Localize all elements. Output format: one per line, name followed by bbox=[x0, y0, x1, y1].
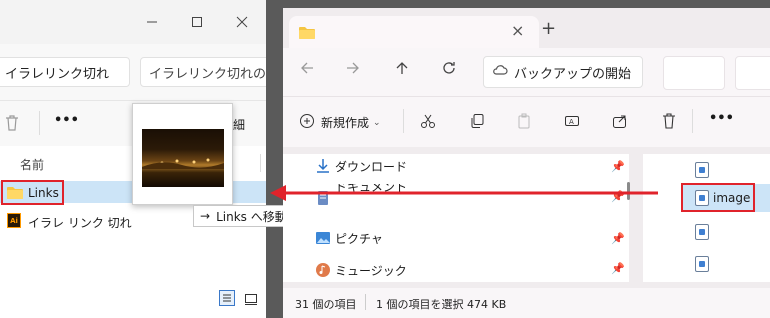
illustrator-file-icon: Ai bbox=[7, 213, 21, 228]
row-name-illustrator-file[interactable]: イラレ リンク 切れ bbox=[28, 214, 132, 231]
search-placeholder: イラレリンク切れの検索 bbox=[149, 66, 266, 82]
download-icon bbox=[315, 158, 331, 177]
explorer-tab[interactable]: × bbox=[289, 16, 539, 48]
maximize-icon[interactable] bbox=[185, 10, 209, 34]
file-list-pane: image bbox=[643, 154, 770, 282]
new-button-label: 新規作成 bbox=[321, 116, 370, 130]
item-count: 31 個の項目 bbox=[295, 298, 357, 311]
drag-move-tooltip: → Links へ移動 bbox=[193, 205, 294, 227]
left-breadcrumb[interactable]: イラレリンク切れ bbox=[0, 57, 130, 87]
folder-icon bbox=[7, 186, 23, 202]
tiles-view-icon[interactable] bbox=[244, 292, 258, 309]
details-view-icon[interactable] bbox=[219, 290, 235, 306]
drag-direction-arrow bbox=[270, 185, 658, 201]
refresh-icon[interactable] bbox=[441, 60, 457, 81]
cloud-backup-icon bbox=[492, 63, 508, 81]
forward-arrow-icon[interactable] bbox=[345, 60, 361, 81]
file-name-image: image bbox=[713, 191, 751, 205]
right-nav-bar: バックアップの開始 › bbox=[283, 48, 770, 96]
column-divider bbox=[260, 154, 261, 172]
toolbar-divider bbox=[39, 111, 40, 135]
more-options-button[interactable]: ••• bbox=[54, 113, 79, 128]
more-options-button[interactable]: ••• bbox=[709, 111, 734, 126]
tab-folder-icon bbox=[299, 26, 315, 42]
status-bar: 31 個の項目 1 個の項目を選択 474 KB bbox=[283, 288, 770, 318]
nav-item-label: ピクチャ bbox=[335, 232, 383, 246]
pin-icon[interactable]: 📌 bbox=[611, 160, 625, 173]
left-footer bbox=[0, 272, 266, 318]
svg-text:A: A bbox=[569, 118, 574, 126]
delete-icon[interactable] bbox=[4, 114, 20, 135]
left-title-bar bbox=[0, 0, 266, 44]
tab-close-button[interactable]: × bbox=[511, 21, 524, 40]
preview-photo bbox=[142, 129, 224, 187]
breadcrumb-current: イラレリンク切れ bbox=[5, 66, 110, 82]
back-arrow-icon[interactable] bbox=[299, 60, 315, 81]
music-icon bbox=[315, 262, 331, 281]
nav-item-label: ダウンロード bbox=[335, 160, 408, 174]
address-text: バックアップの開始 bbox=[514, 66, 632, 82]
up-arrow-icon[interactable] bbox=[394, 60, 410, 81]
delete-icon[interactable] bbox=[661, 112, 677, 133]
pin-icon[interactable]: 📌 bbox=[611, 262, 625, 275]
details-label-partial: 細 bbox=[233, 118, 246, 132]
drag-preview-thumbnail bbox=[132, 103, 233, 205]
image-file-icon bbox=[695, 162, 709, 178]
image-file-icon bbox=[695, 256, 709, 272]
status-divider bbox=[365, 294, 366, 310]
left-address-row: イラレリンク切れ イラレリンク切れの検索 bbox=[0, 44, 266, 100]
left-search-input[interactable]: イラレリンク切れの検索 bbox=[140, 57, 266, 87]
address-segment-blank[interactable] bbox=[663, 56, 725, 90]
tooltip-text: Links へ移動 bbox=[216, 209, 287, 224]
new-button[interactable]: 新規作成 ⌄ bbox=[299, 113, 381, 132]
image-file-icon bbox=[695, 224, 709, 240]
image-file-icon bbox=[695, 190, 709, 206]
toolbar-divider bbox=[692, 109, 693, 133]
pictures-icon bbox=[315, 230, 331, 249]
plus-circle-icon bbox=[299, 113, 315, 132]
share-icon[interactable] bbox=[612, 113, 628, 132]
new-tab-button[interactable]: + bbox=[541, 18, 556, 39]
address-bar[interactable]: バックアップの開始 › bbox=[483, 56, 643, 88]
right-explorer-window: × + バックアップの開始 › 新規作成 bbox=[283, 8, 770, 318]
row-name-links: Links bbox=[28, 186, 59, 200]
pin-icon[interactable]: 📌 bbox=[611, 232, 625, 245]
tooltip-arrow-icon: → bbox=[200, 209, 211, 223]
nav-item-label: ミュージック bbox=[335, 264, 407, 278]
chevron-down-icon: ⌄ bbox=[373, 117, 381, 128]
minimize-icon[interactable] bbox=[140, 10, 164, 34]
right-command-bar: 新規作成 ⌄ A ••• bbox=[283, 96, 770, 147]
rename-icon[interactable]: A bbox=[564, 113, 580, 132]
search-box[interactable] bbox=[735, 56, 770, 90]
paste-icon[interactable] bbox=[516, 113, 532, 132]
copy-icon[interactable] bbox=[469, 113, 485, 132]
close-icon[interactable] bbox=[230, 10, 254, 34]
navigation-pane: ダウンロード 📌 ドキュメント 📌 ピクチャ 📌 ミュージック 📌 bbox=[283, 154, 630, 282]
toolbar-divider bbox=[403, 109, 404, 133]
cut-icon[interactable] bbox=[420, 113, 436, 132]
selection-info: 1 個の項目を選択 474 KB bbox=[376, 298, 507, 311]
column-header-name[interactable]: 名前 bbox=[20, 156, 44, 173]
